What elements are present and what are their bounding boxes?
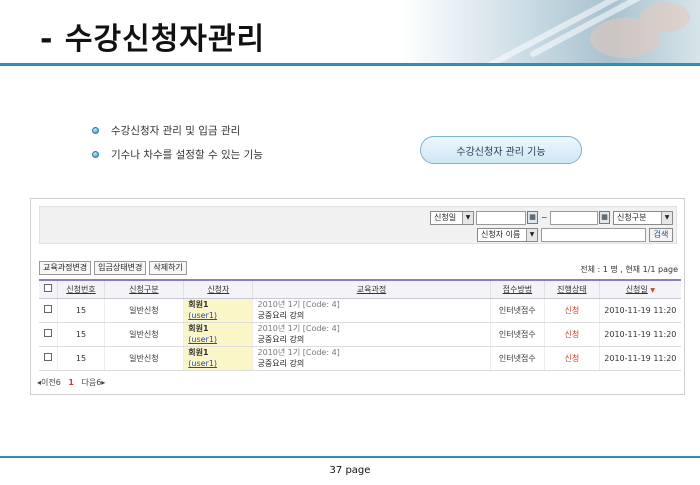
cell-applicant: 회원1 (user1) — [183, 322, 253, 347]
date-range-separator: ~ — [541, 213, 548, 222]
column-header[interactable]: 교육과정 — [252, 280, 491, 299]
cell-applicant: 회원1 (user1) — [183, 298, 253, 323]
cell-status: 신청 — [544, 322, 600, 347]
chevron-down-icon: ▼ — [526, 229, 537, 241]
applicant-table: 신청번호 신청구분 신청자 교육과정 접수방법 진행상태 신청일 ▼ 15 일반… — [39, 279, 681, 371]
column-header[interactable]: 신청자 — [183, 280, 253, 299]
course-meta: 2010년 1기 [Code: 4] — [257, 348, 340, 357]
footer-divider — [0, 456, 700, 458]
table-header: 신청번호 신청구분 신청자 교육과정 접수방법 진행상태 신청일 ▼ — [39, 280, 681, 299]
search-button[interactable]: 검색 — [649, 228, 673, 242]
cell-type: 일반신청 — [103, 346, 184, 371]
bullet-item: 수강신청자 관리 및 입금 관리 — [92, 118, 263, 142]
cell-no: 15 — [57, 298, 105, 323]
column-header[interactable]: 진행상태 — [544, 280, 600, 299]
prev-page-link[interactable]: ◂이전6 — [37, 378, 61, 387]
cell-applicant: 회원1 (user1) — [183, 346, 253, 371]
applicant-name: 회원1 — [188, 348, 209, 357]
cell-date: 2010-11-19 11:20 — [598, 322, 681, 347]
row-checkbox[interactable] — [39, 322, 58, 347]
chevron-down-icon: ▼ — [661, 212, 672, 224]
next-page-link[interactable]: 다음6▸ — [82, 378, 106, 387]
course-name: 궁중요리 강의 — [257, 335, 305, 344]
feature-pill: 수강신청자 관리 기능 — [420, 136, 582, 164]
cell-method: 인터넷접수 — [489, 322, 545, 347]
cell-type: 일반신청 — [103, 322, 184, 347]
applicant-name: 회원1 — [188, 300, 209, 309]
course-meta: 2010년 1기 [Code: 4] — [257, 324, 340, 333]
slide-header: - 수강신청자관리 — [0, 0, 700, 66]
bullet-icon — [92, 126, 99, 134]
column-header[interactable]: 접수방법 — [489, 280, 545, 299]
table-row: 15 일반신청 회원1 (user1) 2010년 1기 [Code: 4] 궁… — [39, 322, 681, 347]
search-field-label: 신청자 이름 — [481, 230, 521, 239]
change-payment-button[interactable]: 입금상태변경 — [94, 261, 147, 275]
bullet-item: 기수나 차수를 설정할 수 있는 기능 — [92, 142, 263, 166]
cell-date: 2010-11-19 11:20 — [598, 298, 681, 323]
checkbox-icon[interactable] — [44, 284, 53, 293]
checkbox-icon[interactable] — [44, 329, 53, 337]
category-select[interactable]: 신청구분 ▼ — [613, 211, 673, 225]
course-name: 궁중요리 강의 — [257, 311, 305, 320]
cell-course: 2010년 1기 [Code: 4] 궁중요리 강의 — [252, 322, 491, 347]
column-header[interactable]: 신청일 ▼ — [598, 280, 681, 299]
cell-method: 인터넷접수 — [489, 346, 545, 371]
current-page[interactable]: 1 — [68, 378, 74, 387]
search-input[interactable] — [541, 228, 646, 242]
delete-button[interactable]: 삭제하기 — [149, 261, 187, 275]
search-field-select[interactable]: 신청자 이름 ▼ — [477, 228, 538, 242]
calendar-icon[interactable]: ▦ — [599, 211, 610, 224]
end-date-input[interactable] — [550, 211, 598, 225]
course-name: 궁중요리 강의 — [257, 359, 305, 368]
checkbox-icon[interactable] — [44, 305, 53, 313]
applicant-panel: 신청일 ▼ ▦ ~ ▦ 신청구분 ▼ 신청자 이름 ▼ 검색 교육과정변경 입금… — [30, 198, 685, 395]
category-label: 신청구분 — [617, 213, 647, 222]
cell-course: 2010년 1기 [Code: 4] 궁중요리 강의 — [252, 298, 491, 323]
cell-no: 15 — [57, 346, 105, 371]
bullet-icon — [92, 150, 99, 158]
applicant-name: 회원1 — [188, 324, 209, 333]
date-type-label: 신청일 — [434, 213, 457, 222]
cell-method: 인터넷접수 — [489, 298, 545, 323]
action-toolbar: 교육과정변경 입금상태변경 삭제하기 — [39, 261, 187, 275]
header-divider — [0, 63, 700, 66]
column-header[interactable]: 신청구분 — [103, 280, 184, 299]
calendar-icon[interactable]: ▦ — [527, 211, 538, 224]
feature-bullets: 수강신청자 관리 및 입금 관리 기수나 차수를 설정할 수 있는 기능 — [92, 118, 263, 166]
row-checkbox[interactable] — [39, 298, 58, 323]
date-type-select[interactable]: 신청일 ▼ — [430, 211, 474, 225]
applicant-id-link[interactable]: (user1) — [188, 334, 252, 345]
checkbox-icon[interactable] — [44, 353, 53, 361]
cell-course: 2010년 1기 [Code: 4] 궁중요리 강의 — [252, 346, 491, 371]
chevron-down-icon: ▼ — [462, 212, 473, 224]
row-checkbox[interactable] — [39, 346, 58, 371]
page-number: 37 page — [329, 465, 371, 476]
start-date-input[interactable] — [476, 211, 526, 225]
course-meta: 2010년 1기 [Code: 4] — [257, 300, 340, 309]
table-row: 15 일반신청 회원1 (user1) 2010년 1기 [Code: 4] 궁… — [39, 298, 681, 323]
change-course-button[interactable]: 교육과정변경 — [39, 261, 92, 275]
column-header[interactable]: 신청번호 — [57, 280, 105, 299]
applicant-id-link[interactable]: (user1) — [188, 310, 252, 321]
header-photo — [400, 0, 700, 63]
cell-type: 일반신청 — [103, 298, 184, 323]
cell-date: 2010-11-19 11:20 — [598, 346, 681, 371]
search-bar: 신청일 ▼ ▦ ~ ▦ 신청구분 ▼ 신청자 이름 ▼ 검색 — [39, 206, 677, 244]
page-title: - 수강신청자관리 — [40, 22, 266, 57]
bullet-text: 기수나 차수를 설정할 수 있는 기능 — [111, 148, 263, 161]
pagination: ◂이전6 1 다음6▸ — [37, 377, 105, 388]
cell-status: 신청 — [544, 298, 600, 323]
sort-desc-icon: ▼ — [650, 286, 655, 294]
cell-status: 신청 — [544, 346, 600, 371]
cell-no: 15 — [57, 322, 105, 347]
bullet-text: 수강신청자 관리 및 입금 관리 — [111, 124, 241, 137]
applicant-id-link[interactable]: (user1) — [188, 358, 252, 369]
table-row: 15 일반신청 회원1 (user1) 2010년 1기 [Code: 4] 궁… — [39, 346, 681, 371]
total-count: 전체 : 1 명 , 현재 1/1 page — [580, 265, 678, 274]
select-all-checkbox[interactable] — [39, 280, 58, 299]
